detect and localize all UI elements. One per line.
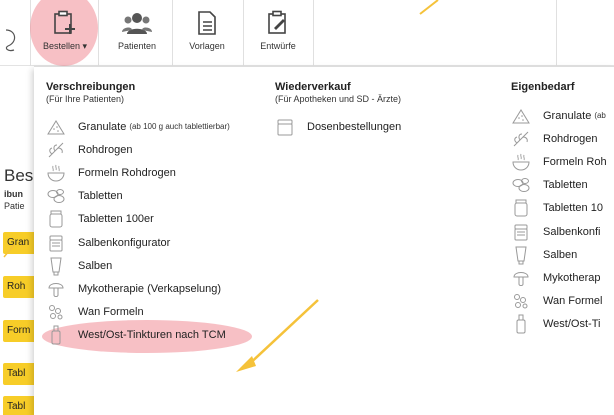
ointment-jar-icon [514,224,528,241]
order-button[interactable]: Bestellen ▾ [30,0,98,66]
patients-button[interactable]: Patienten [104,6,170,64]
chevron-down-icon: ▾ [82,41,88,51]
toolbar: Bestellen ▾ Patienten Vorlagen Entwürfe [0,0,614,66]
drafts-button[interactable]: Entwürfe [245,6,311,64]
menu-item-west-ost-tinkturen[interactable]: West/Ost-Ti [511,313,607,336]
column-title: Verschreibungen [46,81,136,93]
menu-item-wan-formeln[interactable]: Wan Formel [511,290,607,313]
drafts-button-label: Entwürfe [260,41,296,51]
jar-icon [514,199,528,217]
tincture-icon [516,314,526,334]
clipboard-edit-icon [268,10,286,34]
menu-item-tabletten[interactable]: Tabletten [46,185,230,208]
mushroom-icon [48,282,64,297]
users-icon [122,13,152,34]
herb-icon [513,131,529,147]
menu-item-dosenbestellungen[interactable]: Dosenbestellungen [275,115,401,138]
order-dropdown-menu: Verschreibungen (Für Ihre Patienten) Gra… [34,66,614,415]
templates-button-label: Vorlagen [189,41,225,51]
column-subtitle: (Für Ihre Patienten) [46,94,125,104]
pills-icon [514,294,528,309]
menu-item-tabletten-100er[interactable]: Tabletten 10 [511,197,607,220]
herb-icon [48,142,64,158]
order-button-label: Bestellen [42,41,80,51]
pills-icon [49,305,63,320]
menu-item-mykotherapie[interactable]: Mykotherapie (Verkapselung) [46,277,230,300]
granules-icon [47,119,65,135]
tablets-icon [47,189,65,204]
toolbar-separator [313,0,314,66]
bowl-icon [512,153,530,171]
menu-column-prescriptions: Verschreibungen (Für Ihre Patienten) Gra… [42,81,252,353]
bowl-icon [47,164,65,182]
tube-icon [50,257,62,276]
menu-item-salben[interactable]: Salben [46,254,230,277]
menu-item-mykotherapie[interactable]: Mykotherap [511,266,607,289]
toolbar-separator [172,0,173,66]
granules-icon [512,108,530,124]
page-content-fragment: Bes ibun Patie Gran Roh Form Tabl Tabl [0,66,39,415]
menu-item-granulate[interactable]: Granulate (ab 100 g auch tablettierbar) [46,115,230,138]
tincture-icon [51,325,61,345]
menu-item-formeln-rohdrogen[interactable]: Formeln Rohdrogen [46,161,230,184]
tablets-icon [512,178,530,193]
patients-button-label: Patienten [117,41,157,51]
page-title-fragment: Bes [4,166,34,185]
subtitle-fragment: Patie [4,201,25,211]
column-title: Wiederverkauf [275,81,351,93]
menu-item-rohdrogen[interactable]: Rohdrogen [511,127,607,150]
menu-item-rohdrogen[interactable]: Rohdrogen [46,138,230,161]
can-icon [277,119,293,136]
toolbar-separator [98,0,99,66]
subtitle-fragment: ibun [4,189,23,199]
document-icon [198,11,216,35]
column-title: Eigenbedarf [511,81,575,93]
toolbar-separator [556,0,557,66]
menu-item-tabletten[interactable]: Tabletten [511,174,607,197]
menu-item-salben[interactable]: Salben [511,243,607,266]
menu-column-own-use: Eigenbedarf Granulate (ab Rohdrogen Form… [511,81,607,336]
menu-item-west-ost-tinkturen[interactable]: West/Ost-Tinkturen nach TCM [42,319,252,353]
tube-icon [515,246,527,265]
menu-item-salbenkonfigurator[interactable]: Salbenkonfigurator [46,231,230,254]
toolbar-separator [243,0,244,66]
logo-fragment [5,29,16,52]
jar-icon [49,210,63,228]
menu-item-tabletten-100er[interactable]: Tabletten 100er [46,208,230,231]
ointment-jar-icon [49,235,63,252]
templates-button[interactable]: Vorlagen [174,6,240,64]
menu-column-resale: Wiederverkauf (Für Apotheken und SD - Är… [275,81,401,138]
clipboard-plus-icon [54,10,75,34]
menu-item-salbenkonfigurator[interactable]: Salbenkonfi [511,220,607,243]
mushroom-icon [513,271,529,286]
menu-item-granulate[interactable]: Granulate (ab [511,104,607,127]
menu-item-formeln-rohdrogen[interactable]: Formeln Roh [511,150,607,173]
column-subtitle: (Für Apotheken und SD - Ärzte) [275,94,402,104]
